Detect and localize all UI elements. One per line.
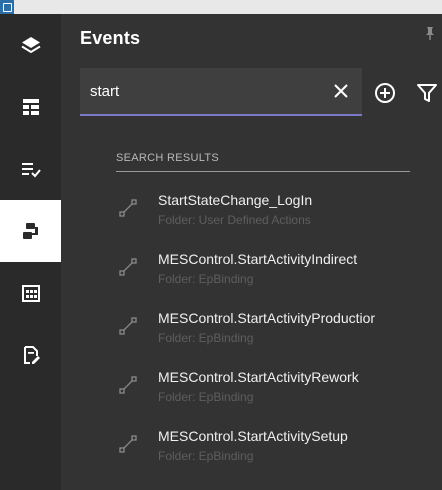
- search-box: [80, 68, 362, 116]
- result-folder: Folder: EpBinding: [158, 272, 254, 286]
- list-item[interactable]: StartStateChange_LogIn Folder: User Defi…: [116, 192, 442, 242]
- event-link-icon: [119, 199, 137, 217]
- result-folder: Folder: EpBinding: [158, 331, 254, 345]
- list-item[interactable]: MESControl.StartActivityIndirect Folder:…: [116, 251, 442, 301]
- sidebar-item-checklist[interactable]: [0, 138, 61, 200]
- event-link-icon: [119, 258, 137, 276]
- search-input[interactable]: [90, 81, 320, 101]
- result-folder: Folder: EpBinding: [158, 449, 254, 463]
- result-folder: Folder: EpBinding: [158, 390, 254, 404]
- list-item[interactable]: MESControl.StartActivitySetup Folder: Ep…: [116, 428, 442, 478]
- add-circle-icon[interactable]: [374, 82, 396, 104]
- event-link-icon: [119, 376, 137, 394]
- sidebar-item-events[interactable]: [0, 200, 61, 262]
- panel-title: Events: [80, 28, 141, 48]
- list-item[interactable]: MESControl.StartActivityRework Folder: E…: [116, 369, 442, 419]
- events-icon: [22, 223, 38, 239]
- sidebar-item-calendar[interactable]: [0, 262, 61, 324]
- sidebar-item-layers[interactable]: [0, 14, 61, 76]
- layers-icon: [20, 37, 41, 54]
- event-link-icon: [119, 317, 137, 335]
- filter-icon[interactable]: [416, 82, 438, 104]
- result-folder: Folder: User Defined Actions: [158, 213, 311, 227]
- result-name: MESControl.StartActivitySetup: [158, 428, 348, 444]
- sidebar-item-layout[interactable]: [0, 76, 61, 138]
- events-panel: Events SEARCH RESULTS StartStateChange_L…: [61, 14, 442, 490]
- table-layout-icon: [22, 99, 39, 115]
- search-results-heading: SEARCH RESULTS: [116, 152, 220, 164]
- pin-icon[interactable]: [422, 26, 436, 40]
- result-name: MESControl.StartActivityRework: [158, 369, 359, 385]
- results-divider: [116, 171, 410, 172]
- result-name: MESControl.StartActivityProductior: [158, 310, 376, 326]
- result-name: StartStateChange_LogIn: [158, 192, 313, 208]
- window-top-strip: [0, 0, 442, 14]
- list-item[interactable]: MESControl.StartActivityProductior Folde…: [116, 310, 442, 360]
- app-icon: [0, 0, 14, 14]
- sidebar-rail: [0, 14, 61, 490]
- close-icon[interactable]: [334, 84, 348, 98]
- sidebar-item-document[interactable]: [0, 324, 61, 386]
- checklist-icon: [21, 163, 41, 178]
- result-name: MESControl.StartActivityIndirect: [158, 251, 358, 267]
- document-edit-icon: [23, 346, 40, 364]
- calendar-grid-icon: [21, 285, 40, 302]
- event-link-icon: [119, 435, 137, 453]
